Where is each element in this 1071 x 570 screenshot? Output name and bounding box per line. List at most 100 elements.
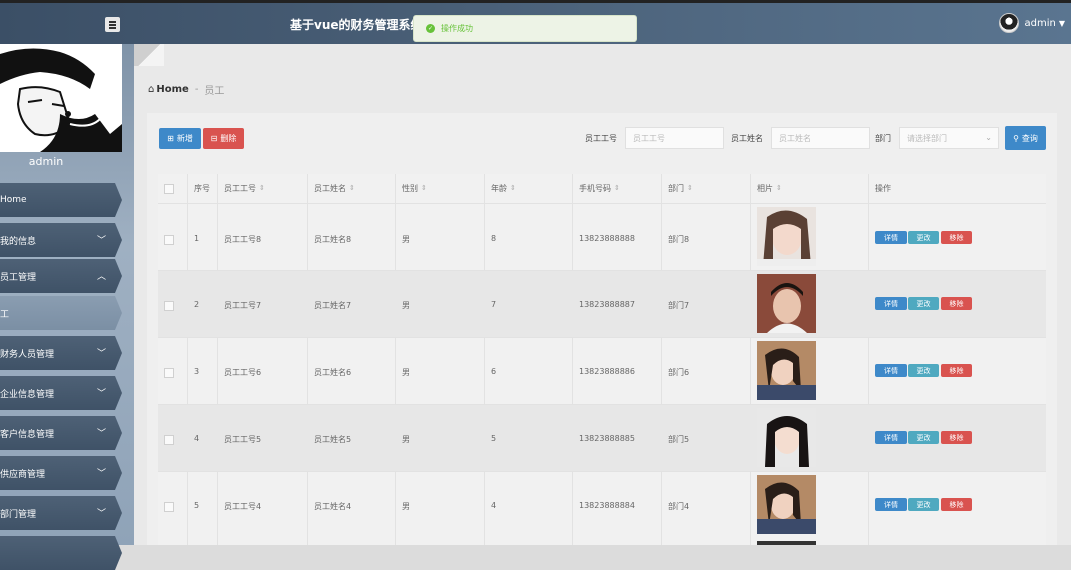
sidebar-item-label: 员工管理 [0,272,37,283]
sort-icon: ⇕ [776,184,782,192]
sidebar-item-customer-info[interactable]: 客户信息管理 ﹀ [0,416,122,450]
dept-select-placeholder: 请选择部门 [907,133,947,143]
sidebar-item-more[interactable] [0,536,122,570]
dept-select[interactable]: 请选择部门 ⌄ [899,127,999,149]
col-header-dept[interactable]: 部门 ⇕ [662,174,693,202]
sidebar-item-department[interactable]: 部门管理 ﹀ [0,496,122,530]
sidebar-item-label: 工 [0,309,10,320]
cell-emp-name: 员工姓名5 [314,435,352,444]
cell-index: 3 [194,367,200,376]
delete-button[interactable]: ⊟ 删除 [203,128,244,149]
sidebar-item-employee[interactable]: 工 [0,296,122,330]
edit-button[interactable]: 更改 [908,231,939,244]
cell-emp-no: 员工工号5 [224,435,262,444]
employee-photo [757,408,816,467]
cell-gender: 男 [402,301,410,310]
cell-gender: 男 [402,502,410,511]
col-header-emp-no[interactable]: 员工工号 ⇕ [218,174,265,202]
breadcrumb-home[interactable]: Home [156,84,188,95]
row-checkbox[interactable] [164,235,174,245]
remove-button[interactable]: 移除 [941,231,972,244]
sort-icon: ⇕ [421,184,427,192]
row-checkbox[interactable] [164,502,174,512]
chevron-down-icon: ⌄ [985,133,992,142]
cell-phone: 13823888888 [579,234,635,243]
user-menu[interactable]: admin ▼ [998,13,1065,33]
profile-image [0,44,122,152]
sidebar-item-label: 企业信息管理 [0,389,55,400]
sidebar-item-my-info[interactable]: 我的信息 ﹀ [0,223,122,257]
chevron-down-icon: ﹀ [96,236,106,246]
col-header-label: 员工工号 [224,183,256,193]
remove-button[interactable]: 移除 [941,364,972,377]
edit-button[interactable]: 更改 [908,297,939,310]
search-button-label: 查询 [1021,133,1038,143]
remove-button[interactable]: 移除 [941,297,972,310]
sidebar-item-label: 部门管理 [0,509,37,520]
cell-dept: 部门4 [668,502,690,511]
avatar [998,13,1019,33]
caret-down-icon: ▼ [1058,18,1065,28]
cell-emp-name: 员工姓名4 [314,502,352,511]
sort-icon: ⇕ [510,184,516,192]
breadcrumb-separator: - [194,84,199,95]
edit-button[interactable]: 更改 [908,431,939,444]
row-checkbox[interactable] [164,301,174,311]
select-all-checkbox[interactable] [164,184,174,194]
add-button[interactable]: ⊞ 新增 [159,128,201,149]
cell-index: 5 [194,501,200,510]
col-header-label: 相片 [757,183,773,193]
remove-button[interactable]: 移除 [941,498,972,511]
cell-age: 7 [491,300,497,309]
col-header-emp-name[interactable]: 员工姓名 ⇕ [308,174,355,202]
employee-photo [757,274,816,333]
col-header-label: 手机号码 [579,183,611,193]
emp-no-label: 员工工号 [585,134,617,143]
col-header-photo[interactable]: 相片 ⇕ [751,174,782,202]
edit-button[interactable]: 更改 [908,364,939,377]
menu-toggle-icon[interactable] [105,17,120,32]
cell-gender: 男 [402,368,410,377]
success-toast: ✓ 操作成功 [413,15,637,42]
app-title: 基于vue的财务管理系统 [290,18,423,32]
emp-no-input[interactable]: 员工工号 [625,127,724,149]
col-header-phone[interactable]: 手机号码 ⇕ [573,174,620,202]
sidebar-item-label: 财务人员管理 [0,349,55,360]
detail-button[interactable]: 详情 [875,297,907,310]
employee-photo [757,475,816,534]
col-header-gender[interactable]: 性别 ⇕ [396,174,427,202]
edit-button[interactable]: 更改 [908,498,939,511]
sidebar-item-finance-staff[interactable]: 财务人员管理 ﹀ [0,336,122,370]
minus-icon: ⊟ [210,134,218,143]
sidebar-item-home[interactable]: Home [0,183,122,217]
cell-index: 1 [194,234,200,243]
cell-index: 4 [194,434,200,443]
sidebar-item-label: Home [0,195,27,205]
sidebar-item-employee-mgmt[interactable]: 员工管理 ︿ [0,259,122,293]
col-header-label: 部门 [668,183,684,193]
col-header-index: 序号 [188,174,210,202]
edit-label: 更改 [916,433,931,442]
search-button[interactable]: ⚲ 查询 [1005,126,1046,150]
cell-age: 6 [491,367,497,376]
sidebar-item-supplier[interactable]: 供应商管理 ﹀ [0,456,122,490]
cell-emp-no: 员工工号7 [224,301,262,310]
cell-index: 2 [194,300,200,309]
row-checkbox[interactable] [164,435,174,445]
detail-button[interactable]: 详情 [875,498,907,511]
sidebar-item-company-info[interactable]: 企业信息管理 ﹀ [0,376,122,410]
detail-button[interactable]: 详情 [875,231,907,244]
emp-name-input[interactable]: 员工姓名 [771,127,870,149]
remove-button[interactable]: 移除 [941,431,972,444]
col-header-age[interactable]: 年龄 ⇕ [485,174,516,202]
row-checkbox[interactable] [164,368,174,378]
chevron-down-icon: ﹀ [96,469,106,479]
cell-phone: 13823888884 [579,501,635,510]
remove-label: 移除 [949,233,964,242]
sort-icon: ⇕ [259,184,265,192]
col-header-label: 性别 [402,183,418,193]
detail-button[interactable]: 详情 [875,364,907,377]
remove-label: 移除 [949,299,964,308]
cell-emp-no: 员工工号6 [224,368,262,377]
detail-button[interactable]: 详情 [875,431,907,444]
